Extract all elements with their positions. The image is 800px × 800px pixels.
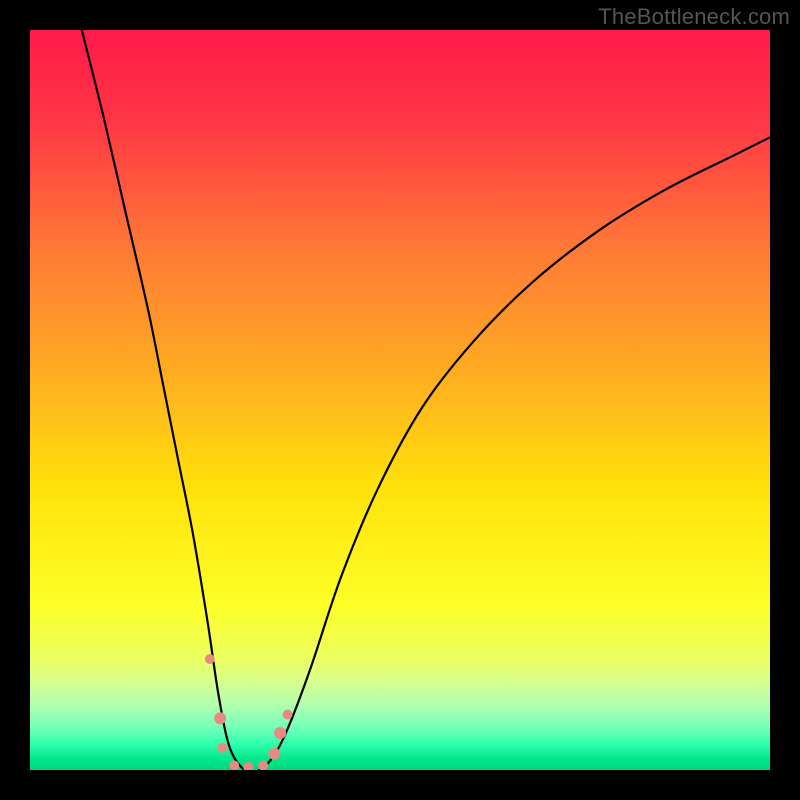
- marker-point: [283, 710, 293, 720]
- plot-area: [30, 30, 770, 770]
- marker-point: [214, 712, 226, 724]
- marker-point: [205, 654, 215, 664]
- marker-point: [268, 748, 280, 760]
- marker-point: [274, 727, 286, 739]
- chart-frame: TheBottleneck.com: [0, 0, 800, 800]
- bottleneck-curve: [82, 30, 770, 770]
- marker-group: [205, 654, 293, 770]
- marker-point: [258, 761, 268, 770]
- curve-layer: [30, 30, 770, 770]
- marker-point: [243, 762, 253, 770]
- watermark-text: TheBottleneck.com: [598, 4, 790, 30]
- marker-point: [217, 743, 227, 753]
